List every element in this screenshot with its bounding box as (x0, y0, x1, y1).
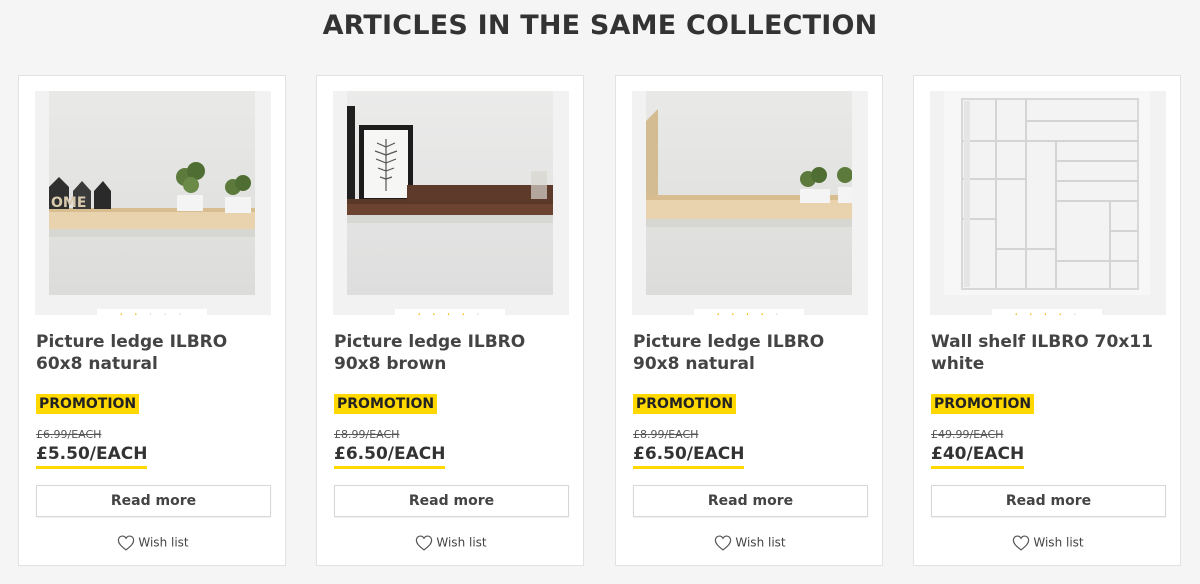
natural-shelf-with-plants-image (646, 91, 852, 295)
product-name[interactable]: Wall shelf ILBRO 70x11 white (931, 331, 1171, 375)
product-name[interactable]: Picture ledge ILBRO 60x8 natural (36, 331, 276, 375)
star-rating: ★★★★★ (992, 309, 1102, 315)
product-image[interactable]: ★★★★★ (632, 91, 868, 315)
read-more-button[interactable]: Read more (633, 485, 868, 517)
star-icon: ★ (443, 311, 458, 315)
wish-list-link[interactable]: Wish list (19, 533, 287, 552)
star-icon: ★ (130, 311, 145, 315)
read-more-button[interactable]: Read more (36, 485, 271, 517)
heart-icon (118, 535, 135, 551)
white-wall-shelf-image (944, 91, 1150, 295)
read-more-button[interactable]: Read more (931, 485, 1166, 517)
star-icon: ★ (1010, 311, 1025, 315)
product-image[interactable]: ★★★★★ (930, 91, 1166, 315)
brown-shelf-with-frame-image (347, 91, 553, 295)
section-title: ARTICLES IN THE SAME COLLECTION (322, 10, 878, 41)
star-icon: ★ (1069, 311, 1084, 315)
star-icon: ★ (472, 311, 487, 315)
current-price: £6.50/EACH (334, 443, 446, 469)
current-price: £40/EACH (931, 443, 1025, 469)
wish-list-label: Wish list (436, 535, 487, 550)
star-icon: ★ (428, 311, 443, 315)
star-icon: ★ (771, 311, 786, 315)
product-name[interactable]: Picture ledge ILBRO 90x8 natural (633, 331, 873, 375)
wish-list-link[interactable]: Wish list (317, 533, 585, 552)
star-icon: ★ (413, 311, 428, 315)
heart-icon (1013, 535, 1030, 551)
current-price: £5.50/EACH (36, 443, 148, 469)
old-price: £8.99/EACH (334, 428, 400, 441)
star-icon: ★ (1025, 311, 1040, 315)
svg-text:OME: OME (51, 195, 86, 211)
heart-icon (715, 535, 732, 551)
promotion-badge: PROMOTION (931, 394, 1035, 414)
wish-list-label: Wish list (1033, 535, 1084, 550)
star-rating: ★★★★★ (694, 309, 804, 315)
old-price: £6.99/EACH (36, 428, 102, 441)
product-image[interactable]: ★★★★★ (333, 91, 569, 315)
product-card: OME ★★★★★ Picture ledge ILBRO 60x8 natur… (18, 75, 286, 566)
star-icon: ★ (712, 311, 727, 315)
product-card: ★★★★★ Picture ledge ILBRO 90x8 brown PRO… (316, 75, 584, 566)
natural-shelf-with-plants-image: OME (49, 91, 255, 295)
wish-list-label: Wish list (138, 535, 189, 550)
old-price: £8.99/EACH (633, 428, 699, 441)
old-price: £49.99/EACH (931, 428, 1004, 441)
star-icon: ★ (727, 311, 742, 315)
star-icon: ★ (145, 311, 160, 315)
star-icon: ★ (457, 311, 472, 315)
wish-list-link[interactable]: Wish list (914, 533, 1182, 552)
star-rating: ★★★★★ (97, 309, 207, 315)
wish-list-link[interactable]: Wish list (616, 533, 884, 552)
product-card: ★★★★★ Wall shelf ILBRO 70x11 white PROMO… (913, 75, 1181, 566)
star-icon: ★ (115, 311, 130, 315)
star-icon: ★ (159, 311, 174, 315)
promotion-badge: PROMOTION (334, 394, 438, 414)
wish-list-label: Wish list (735, 535, 786, 550)
star-half-icon: ★ (1054, 311, 1069, 315)
promotion-badge: PROMOTION (36, 394, 140, 414)
read-more-button[interactable]: Read more (334, 485, 569, 517)
star-rating: ★★★★★ (395, 309, 505, 315)
product-image[interactable]: OME ★★★★★ (35, 91, 271, 315)
promotion-badge: PROMOTION (633, 394, 737, 414)
star-icon: ★ (1040, 311, 1055, 315)
star-icon: ★ (756, 311, 771, 315)
current-price: £6.50/EACH (633, 443, 745, 469)
star-icon: ★ (742, 311, 757, 315)
heart-icon (416, 535, 433, 551)
product-card: ★★★★★ Picture ledge ILBRO 90x8 natural P… (615, 75, 883, 566)
product-name[interactable]: Picture ledge ILBRO 90x8 brown (334, 331, 574, 375)
star-icon: ★ (174, 311, 189, 315)
